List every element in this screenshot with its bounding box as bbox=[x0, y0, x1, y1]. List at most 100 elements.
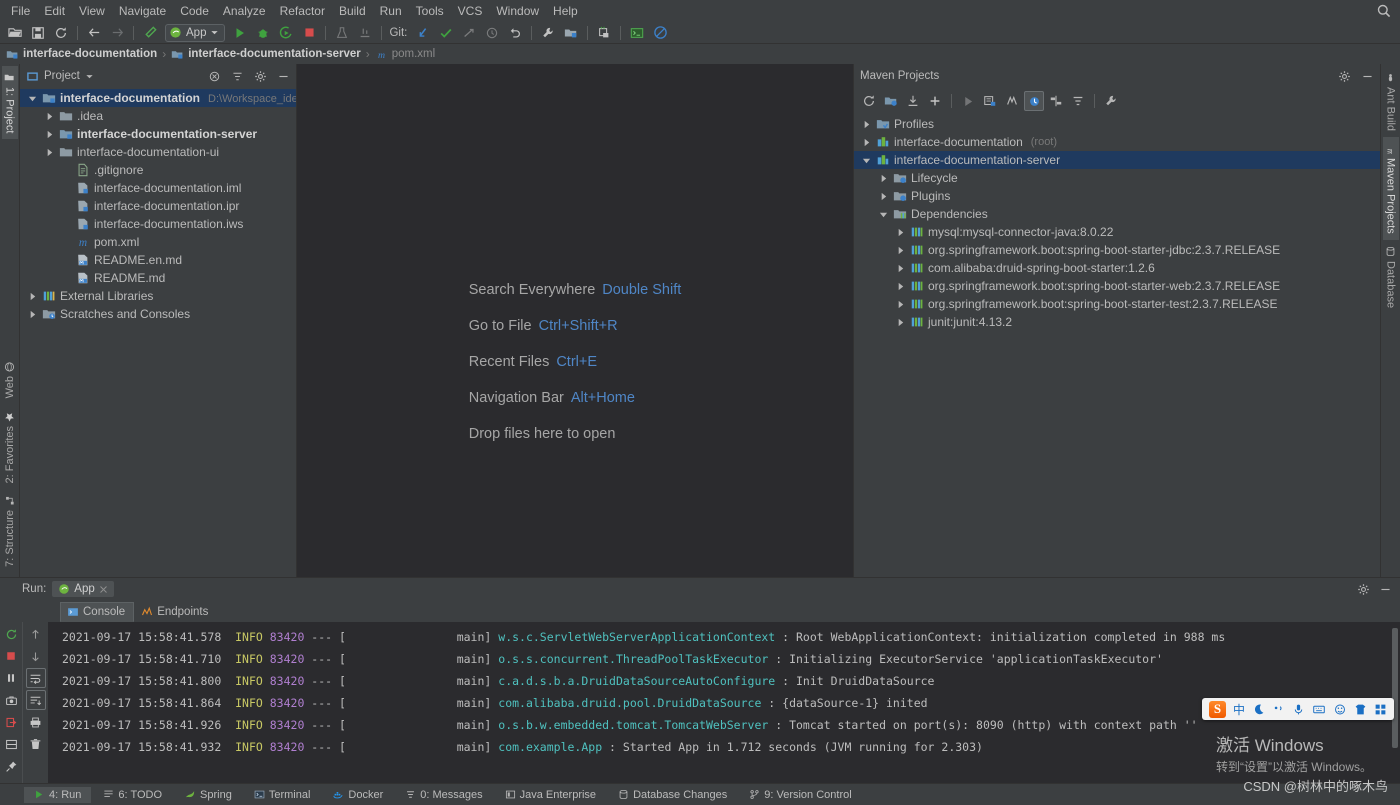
project-tree-row[interactable]: External Libraries bbox=[20, 287, 296, 305]
collapse-all-icon[interactable] bbox=[1068, 91, 1088, 111]
chevron-right-icon[interactable] bbox=[43, 146, 55, 158]
sidebar-item-structure[interactable]: 7: Structure bbox=[2, 489, 18, 573]
status-bar-item[interactable]: 9: Version Control bbox=[739, 787, 861, 803]
project-tree-row[interactable]: .gitignore bbox=[20, 161, 296, 179]
tab-endpoints[interactable]: Endpoints bbox=[134, 602, 217, 622]
project-tree-row[interactable]: interface-documentation.ipr bbox=[20, 197, 296, 215]
pause-icon[interactable] bbox=[1, 668, 21, 688]
skin-icon[interactable] bbox=[1354, 703, 1367, 716]
add-maven-project-icon[interactable] bbox=[925, 91, 945, 111]
rollback-icon[interactable] bbox=[504, 23, 526, 43]
maven-tree-row[interactable]: mysql:mysql-connector-java:8.0.22 bbox=[854, 223, 1380, 241]
apps-icon[interactable] bbox=[1374, 703, 1387, 716]
status-bar-item[interactable]: Spring bbox=[174, 787, 242, 803]
breadcrumb-item-file[interactable]: m pom.xml bbox=[375, 48, 435, 61]
maven-tree-row[interactable]: Profiles bbox=[854, 115, 1380, 133]
maven-tree-row[interactable]: interface-documentation(root) bbox=[854, 133, 1380, 151]
chevron-right-icon[interactable] bbox=[894, 298, 906, 310]
sidebar-item-web[interactable]: Web bbox=[2, 355, 18, 404]
maven-tree-row[interactable]: org.springframework.boot:spring-boot-sta… bbox=[854, 295, 1380, 313]
chevron-right-icon[interactable] bbox=[894, 280, 906, 292]
menu-item-view[interactable]: View bbox=[72, 1, 112, 21]
chevron-down-icon[interactable] bbox=[860, 154, 872, 166]
stop-icon[interactable] bbox=[1, 646, 21, 666]
save-icon[interactable] bbox=[27, 23, 49, 43]
chevron-right-icon[interactable] bbox=[877, 190, 889, 202]
menu-item-help[interactable]: Help bbox=[546, 1, 585, 21]
show-dependencies-icon[interactable] bbox=[1046, 91, 1066, 111]
toggle-skip-tests-icon[interactable] bbox=[1002, 91, 1022, 111]
menu-item-refactor[interactable]: Refactor bbox=[273, 1, 332, 21]
project-tree-row[interactable]: interface-documentation.iws bbox=[20, 215, 296, 233]
status-bar-item[interactable]: Database Changes bbox=[608, 787, 737, 803]
debug-icon[interactable] bbox=[252, 23, 274, 43]
menu-item-edit[interactable]: Edit bbox=[37, 1, 72, 21]
commit-icon[interactable] bbox=[435, 23, 457, 43]
maven-tree-row[interactable]: org.springframework.boot:spring-boot-sta… bbox=[854, 241, 1380, 259]
open-icon[interactable] bbox=[4, 23, 26, 43]
mic-icon[interactable] bbox=[1292, 703, 1305, 716]
download-sources-icon[interactable] bbox=[903, 91, 923, 111]
project-tree-row[interactable]: interface-documentation-ui bbox=[20, 143, 296, 161]
stop-icon[interactable] bbox=[298, 23, 320, 43]
project-tree-row[interactable]: interface-documentation-server bbox=[20, 125, 296, 143]
generate-sources-icon[interactable] bbox=[881, 91, 901, 111]
status-bar-item[interactable]: Terminal bbox=[244, 787, 321, 803]
sdk-icon[interactable] bbox=[593, 23, 615, 43]
project-tree-row[interactable]: mpom.xml bbox=[20, 233, 296, 251]
no-notifications-icon[interactable] bbox=[649, 23, 671, 43]
exit-icon[interactable] bbox=[1, 712, 21, 732]
chevron-right-icon[interactable] bbox=[894, 316, 906, 328]
menu-item-build[interactable]: Build bbox=[332, 1, 373, 21]
maven-tree-row[interactable]: com.alibaba:druid-spring-boot-starter:1.… bbox=[854, 259, 1380, 277]
menu-item-code[interactable]: Code bbox=[173, 1, 216, 21]
moon-icon[interactable] bbox=[1252, 703, 1265, 716]
layout-icon[interactable] bbox=[1, 734, 21, 754]
sidebar-item-database[interactable]: Database bbox=[1383, 240, 1399, 314]
chevron-right-icon[interactable] bbox=[894, 262, 906, 274]
project-tree-row[interactable]: README.md bbox=[20, 269, 296, 287]
chevron-right-icon[interactable] bbox=[894, 244, 906, 256]
chevron-right-icon[interactable] bbox=[877, 172, 889, 184]
chevron-right-icon[interactable] bbox=[860, 118, 872, 130]
pin-icon[interactable] bbox=[1, 756, 21, 776]
sidebar-item-favorites[interactable]: 2: Favorites bbox=[2, 405, 18, 489]
maven-tree-row[interactable]: Dependencies bbox=[854, 205, 1380, 223]
chevron-right-icon[interactable] bbox=[860, 136, 872, 148]
console-output[interactable]: 2021-09-17 15:58:41.578 INFO 83420 --- [… bbox=[48, 622, 1400, 783]
tab-console[interactable]: Console bbox=[60, 602, 134, 622]
terminal-icon[interactable] bbox=[626, 23, 648, 43]
keyboard-icon[interactable] bbox=[1312, 703, 1326, 716]
project-tree-row[interactable]: .idea bbox=[20, 107, 296, 125]
maven-tree-row[interactable]: junit:junit:4.13.2 bbox=[854, 313, 1380, 331]
breadcrumb-item-project[interactable]: interface-documentation bbox=[6, 48, 157, 61]
project-tree-row[interactable]: interface-documentation.iml bbox=[20, 179, 296, 197]
run-icon[interactable] bbox=[229, 23, 251, 43]
collapse-all-icon[interactable] bbox=[205, 67, 223, 85]
update-project-icon[interactable] bbox=[412, 23, 434, 43]
menu-item-navigate[interactable]: Navigate bbox=[112, 1, 173, 21]
status-bar-item[interactable]: 6: TODO bbox=[93, 787, 172, 803]
run-configuration-selector[interactable]: App bbox=[165, 24, 225, 42]
dump-threads-icon[interactable] bbox=[1, 690, 21, 710]
project-tree[interactable]: interface-documentationD:\Workspace_idea… bbox=[20, 88, 296, 577]
emoji-icon[interactable] bbox=[1333, 703, 1347, 716]
gear-icon[interactable] bbox=[1335, 67, 1353, 85]
gear-icon[interactable] bbox=[1354, 580, 1372, 598]
chevron-right-icon[interactable] bbox=[894, 226, 906, 238]
maven-tree-row[interactable]: Plugins bbox=[854, 187, 1380, 205]
run-with-coverage-icon[interactable] bbox=[275, 23, 297, 43]
gear-icon[interactable] bbox=[251, 67, 269, 85]
sogou-logo-icon[interactable]: S bbox=[1209, 701, 1226, 718]
maven-settings-icon[interactable] bbox=[1101, 91, 1121, 111]
run-tab-app[interactable]: App bbox=[52, 581, 113, 597]
build-hammer-icon[interactable] bbox=[139, 23, 161, 43]
clear-all-icon[interactable] bbox=[26, 734, 46, 754]
status-bar-item[interactable]: 0: Messages bbox=[395, 787, 492, 803]
execute-goal-icon[interactable] bbox=[980, 91, 1000, 111]
sidebar-item-project[interactable]: 1: Project bbox=[2, 66, 18, 139]
chevron-right-icon[interactable] bbox=[43, 128, 55, 140]
menu-item-file[interactable]: File bbox=[4, 1, 37, 21]
maven-tree-row[interactable]: interface-documentation-server bbox=[854, 151, 1380, 169]
print-icon[interactable] bbox=[26, 712, 46, 732]
